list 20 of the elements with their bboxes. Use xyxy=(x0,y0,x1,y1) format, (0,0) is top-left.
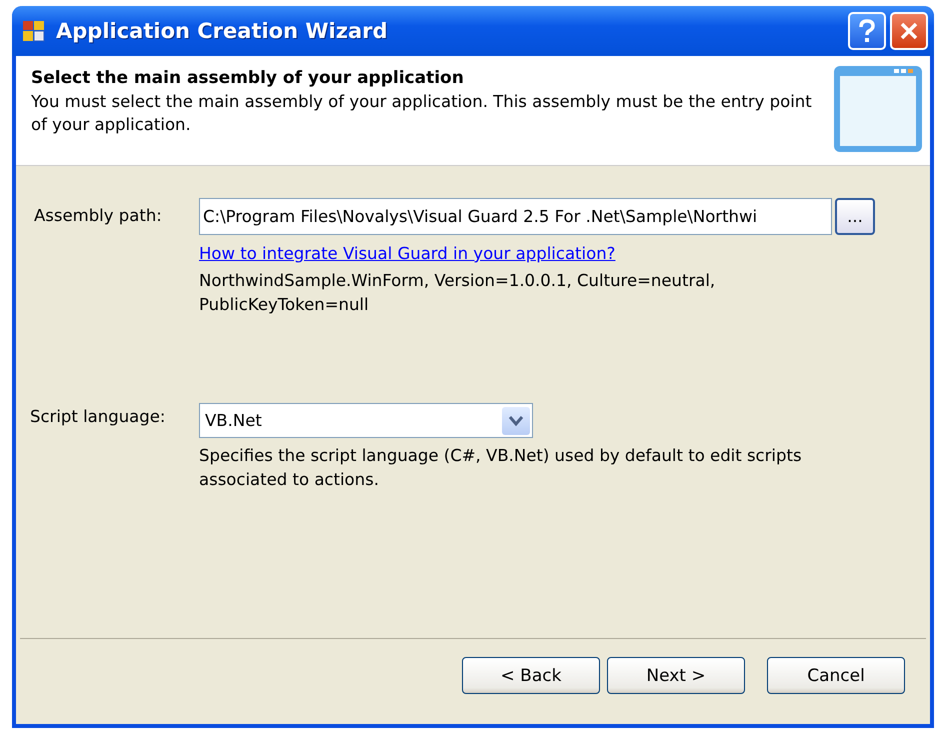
assembly-path-field[interactable]: C:\Program Files\Novalys\Visual Guard 2.5 For .Net\Sample\Northwi xyxy=(199,198,832,235)
page-description: You must select the main assembly of your application. This assembly must be the entry point of your application. xyxy=(31,91,813,136)
window-icon xyxy=(832,64,924,154)
help-button[interactable] xyxy=(848,12,886,50)
wizard-button[interactable]: Cancel xyxy=(767,657,905,694)
assembly-path-label: Assembly path: xyxy=(33,205,163,227)
window-title: Application Creation Wizard xyxy=(56,19,389,43)
browse-button[interactable]: ... xyxy=(835,198,875,235)
assembly-info: NorthwindSample.WinForm, Version=1.0.0.1, Culture=neutral, PublicKeyToken=null xyxy=(199,270,716,316)
app-icon xyxy=(22,19,46,43)
script-language-dropdown[interactable]: VB.Net xyxy=(199,403,533,438)
page-title: Select the main assembly of your application xyxy=(31,68,465,88)
wizard-button[interactable]: < Back xyxy=(462,657,600,694)
close-button[interactable] xyxy=(890,12,928,50)
wizard-button[interactable]: Next > xyxy=(607,657,745,694)
chevron-down-icon xyxy=(508,414,524,426)
script-language-label: Script language: xyxy=(29,406,166,428)
help-link[interactable]: How to integrate Visual Guard in your application? xyxy=(199,244,616,263)
script-language-hint: Specifies the script language (C#, VB.Net) used by default to edit scripts associated to actions. xyxy=(199,445,803,491)
close-icon xyxy=(898,20,920,42)
